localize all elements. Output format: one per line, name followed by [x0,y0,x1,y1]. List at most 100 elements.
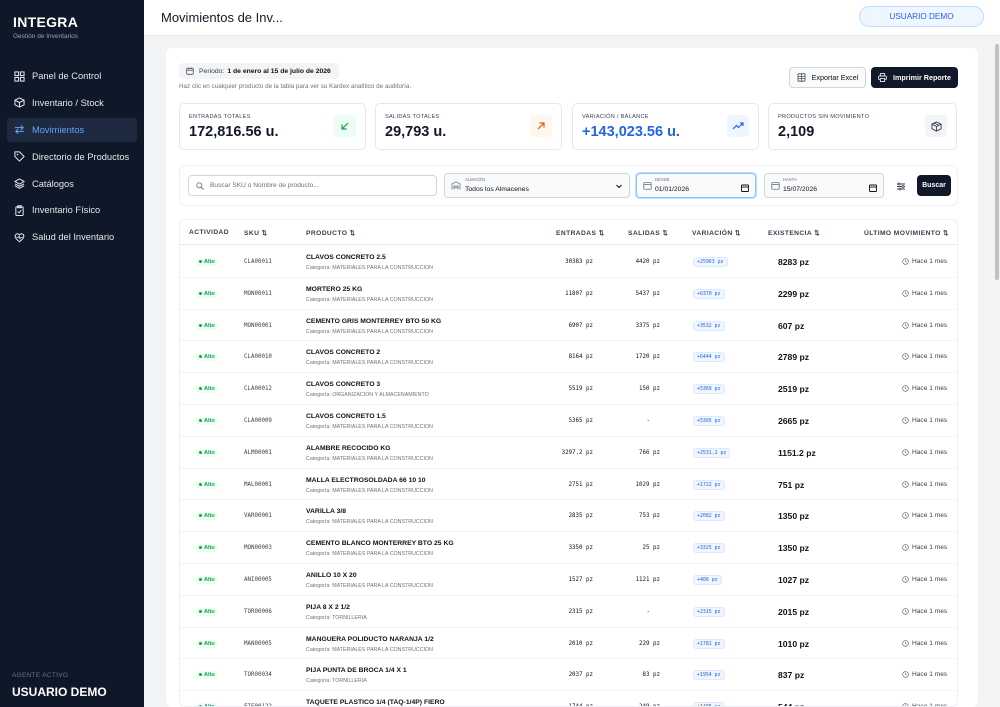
last-movement-text: Hace 1 mes [912,289,948,297]
sku-cell: CLA00011 [244,259,272,265]
trending-up-icon [727,115,749,137]
col-ultimo-movimiento[interactable]: ÚLTIMO MOVIMIENTO ⇅ [864,229,949,237]
last-movement-cell: Hace 1 mes [902,481,947,488]
agent-label: AGENTE ACTIVO [12,672,69,679]
table-row[interactable]: Alto MON00001 CEMENTO GRIS MONTERREY BTO 5… [180,310,957,342]
col-variacion[interactable]: VARIACIÓN ⇅ [692,229,741,237]
table-row[interactable]: AltoFIE00122TAQUETE PLASTICO 1/4 (TAQ-1/… [180,691,957,707]
date-to-field[interactable]: HASTA 15/07/2026 [764,173,884,198]
arrow-up-right-icon [530,115,552,137]
table-row[interactable]: Alto VAR00001 VARILLA 3/8 Categoría: MATERI… [180,500,957,533]
calendar-picker-icon[interactable] [869,184,877,192]
product-category: Categoría: MATERIALES PARA LA CONSTRUCCI… [306,360,433,367]
export-excel-button[interactable]: Exportar Excel [789,67,866,88]
col-entradas[interactable]: ENTRADAS ⇅ [556,229,605,237]
calendar-picker-icon[interactable] [741,184,749,192]
date-from-field[interactable]: DESDE 01/01/2026 [636,173,756,198]
print-report-button[interactable]: Imprimir Reporte [871,67,958,88]
table-row[interactable]: Alto ALM00001 ALAMBRE RECOCIDO KG Categoría… [180,437,957,469]
sidebar-item-movimientos[interactable]: Movimientos [7,117,137,142]
warehouse-select[interactable]: ALMACÉN Todos los Almacenes [444,173,630,198]
product-name[interactable]: CLAVOS CONCRETO 3 [306,381,380,388]
entradas-cell: 8164 pz [568,354,593,361]
table-row[interactable]: Alto CLA00012 CLAVOS CONCRETO 3 Categoría: … [180,373,957,405]
salidas-cell: 5437 pz [635,290,660,297]
product-name[interactable]: MALLA ELECTROSOLDADA 66 10 10 [306,477,426,484]
col-sku[interactable]: SKU ⇅ [244,229,268,237]
table-row[interactable]: Alto TOR00006 PIJA 8 X 2 1/2 Categoría: TOR… [180,596,957,628]
sidebar-item-panel-de-control[interactable]: Panel de Control [7,64,137,88]
col-existencia[interactable]: EXISTENCIA ⇅ [768,229,820,237]
table-row[interactable]: Alto CLA00011 CLAVOS CONCRETO 2.5 Categoría… [180,246,957,278]
search-input[interactable]: Buscar SKU o Nombre de producto... [188,175,437,196]
product-name[interactable]: CLAVOS CONCRETO 1.5 [306,413,386,420]
product-name[interactable]: CEMENTO GRIS MONTERREY BTO 50 KG [306,318,441,325]
product-name[interactable]: MANGUERA POLIDUCTO NARANJA 1/2 [306,636,434,643]
salidas-cell: - [646,418,651,424]
last-movement-text: Hace 1 mes [912,448,948,456]
user-menu-button[interactable]: USUARIO DEMO [859,6,984,27]
last-movement-cell: Hace 1 mes [902,322,947,329]
last-movement-text: Hace 1 mes [912,703,948,707]
table-row[interactable]: Alto MON00011 MORTERO 25 KG Categoría: MATE… [180,278,957,310]
salidas-cell: 1121 pz [635,577,660,583]
filter-settings-button[interactable] [891,176,911,196]
product-name[interactable]: VARILLA 3/8 [306,508,346,515]
product-name[interactable]: CLAVOS CONCRETO 2.5 [306,254,386,261]
variacion-badge: +2315 pz [693,606,725,617]
calendar-icon [643,182,652,190]
product-category: Categoría: MATERIALES PARA LA CONSTRUCCI… [306,583,433,589]
export-excel-label: Exportar Excel [811,73,859,82]
sidebar-item-salud-del-inventario[interactable]: Salud del Inventario [7,225,137,249]
entradas-cell: 11807 pz [565,290,593,297]
brand-logo: INTEGRA [13,14,79,30]
scrollbar-thumb[interactable] [995,44,999,280]
table-row[interactable]: Alto TOR00034 PIJA PUNTA DE BROCA 1/4 X 1 C… [180,659,957,692]
search-placeholder: Buscar SKU o Nombre de producto... [210,182,319,189]
variacion-badge: +3532 pz [693,320,725,331]
product-name[interactable]: ALAMBRE RECOCIDO KG [306,445,391,452]
table-row[interactable]: Alto MAL00001 MALLA ELECTROSOLDADA 66 10 1… [180,469,957,501]
kpi-card-salidas: SALIDAS TOTALES 29,793 u. [375,103,562,150]
kpi-card-variacion: VARIACIÓN / BALANCE +143,023.56 u. [572,103,759,150]
product-name[interactable]: PIJA PUNTA DE BROCA 1/4 X 1 [306,667,407,674]
search-button[interactable]: Buscar [917,175,951,196]
product-name[interactable]: ANILLO 10 X 20 [306,572,357,579]
product-name[interactable]: CEMENTO BLANCO MONTERREY BTO 25 KG [306,540,454,547]
table-row[interactable]: Alto CLA00009 CLAVOS CONCRETO 1.5 Categoría… [180,405,957,437]
col-producto[interactable]: PRODUCTO ⇅ [306,229,356,237]
sidebar-item-catalogos[interactable]: Catálogos [7,172,137,196]
product-name[interactable]: TAQUETE PLASTICO 1/4 (TAQ-1/4P) FIERO [306,699,445,706]
spreadsheet-icon [797,73,806,82]
activity-label: Alto [204,290,215,297]
table-row[interactable]: Alto MAN00005 MANGUERA POLIDUCTO NARANJA 1… [180,628,957,660]
swap-icon [13,124,25,136]
sliders-icon [897,182,905,190]
sidebar-item-label: Directorio de Productos [32,151,130,162]
salidas-cell: 25 pz [642,545,660,552]
sidebar-nav: Panel de Control Inventario / Stock Movi… [7,64,137,252]
product-name[interactable]: CLAVOS CONCRETO 2 [306,349,380,356]
table-row[interactable]: Alto ANI00005 ANILLO 10 X 20 Categoría: MAT… [180,564,957,596]
sku-cell: MAL00001 [244,481,272,488]
last-movement-cell: Hace 1 mes [902,290,947,297]
sidebar-item-inventario-stock[interactable]: Inventario / Stock [7,91,137,115]
table-row[interactable]: Alto CLA00010 CLAVOS CONCRETO 2 Categoría: … [180,341,957,374]
activity-label: Alto [204,354,215,361]
existencia-cell: 1350 pz [778,543,810,554]
product-name[interactable]: MORTERO 25 KG [306,286,362,293]
col-salidas[interactable]: SALIDAS ⇅ [628,229,668,237]
last-movement-text: Hace 1 mes [912,417,948,424]
sku-cell: CLA00010 [244,354,272,361]
table-row[interactable]: Alto MON00003 CEMENTO BLANCO MONTERREY BTO… [180,532,957,564]
kpi-value: 29,793 u. [385,124,447,140]
sidebar-item-label: Salud del Inventario [32,232,115,243]
kpi-label: ENTRADAS TOTALES [189,114,251,120]
date-from-value: 01/01/2026 [655,186,690,193]
sku-cell: ALM00001 [244,449,272,456]
sidebar-item-directorio-de-productos[interactable]: Directorio de Productos [7,145,137,169]
sku-cell: CLA00009 [244,418,272,424]
product-name[interactable]: PIJA 8 X 2 1/2 [306,604,350,611]
sidebar-item-inventario-fisico[interactable]: Inventario Físico [7,198,137,222]
date-to-label: HASTA [783,177,797,182]
